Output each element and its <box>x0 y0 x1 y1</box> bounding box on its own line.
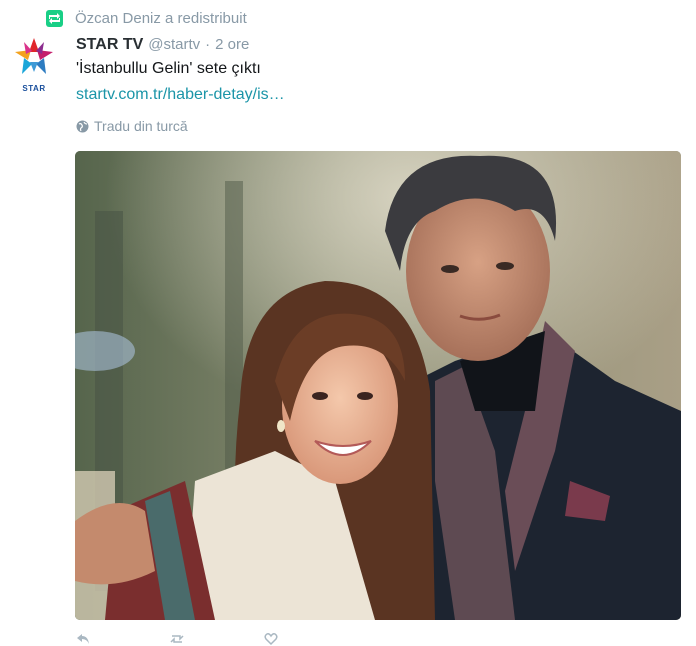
tweet-actions <box>76 632 358 646</box>
separator: · <box>205 36 211 53</box>
translate-button[interactable]: Tradu din turcă <box>76 118 188 134</box>
retweet-icon <box>46 9 63 27</box>
tweet-link[interactable]: startv.com.tr/haber-detay/is… <box>76 86 285 104</box>
retweeted-by-text[interactable]: Özcan Deniz a redistribuit <box>75 10 247 27</box>
translate-label: Tradu din turcă <box>94 118 188 134</box>
tweet-header: STAR TV @startv · 2 ore <box>76 36 249 54</box>
heart-icon[interactable] <box>264 632 278 646</box>
globe-icon <box>76 120 89 132</box>
tweet-text: 'İstanbullu Gelin' sete çıktı <box>76 60 261 77</box>
retweet-context: Özcan Deniz a redistribuit <box>46 8 247 28</box>
display-name[interactable]: STAR TV <box>76 36 143 54</box>
star-tv-logo <box>15 38 53 74</box>
avatar[interactable]: STAR <box>8 36 60 98</box>
screen-name[interactable]: @startv <box>148 36 200 53</box>
avatar-label: STAR <box>22 84 46 93</box>
timestamp[interactable]: 2 ore <box>215 36 249 53</box>
retweet-action-icon[interactable] <box>170 632 184 646</box>
photo-image <box>75 151 681 620</box>
reply-icon[interactable] <box>76 632 90 646</box>
tweet-photo[interactable] <box>75 151 681 620</box>
